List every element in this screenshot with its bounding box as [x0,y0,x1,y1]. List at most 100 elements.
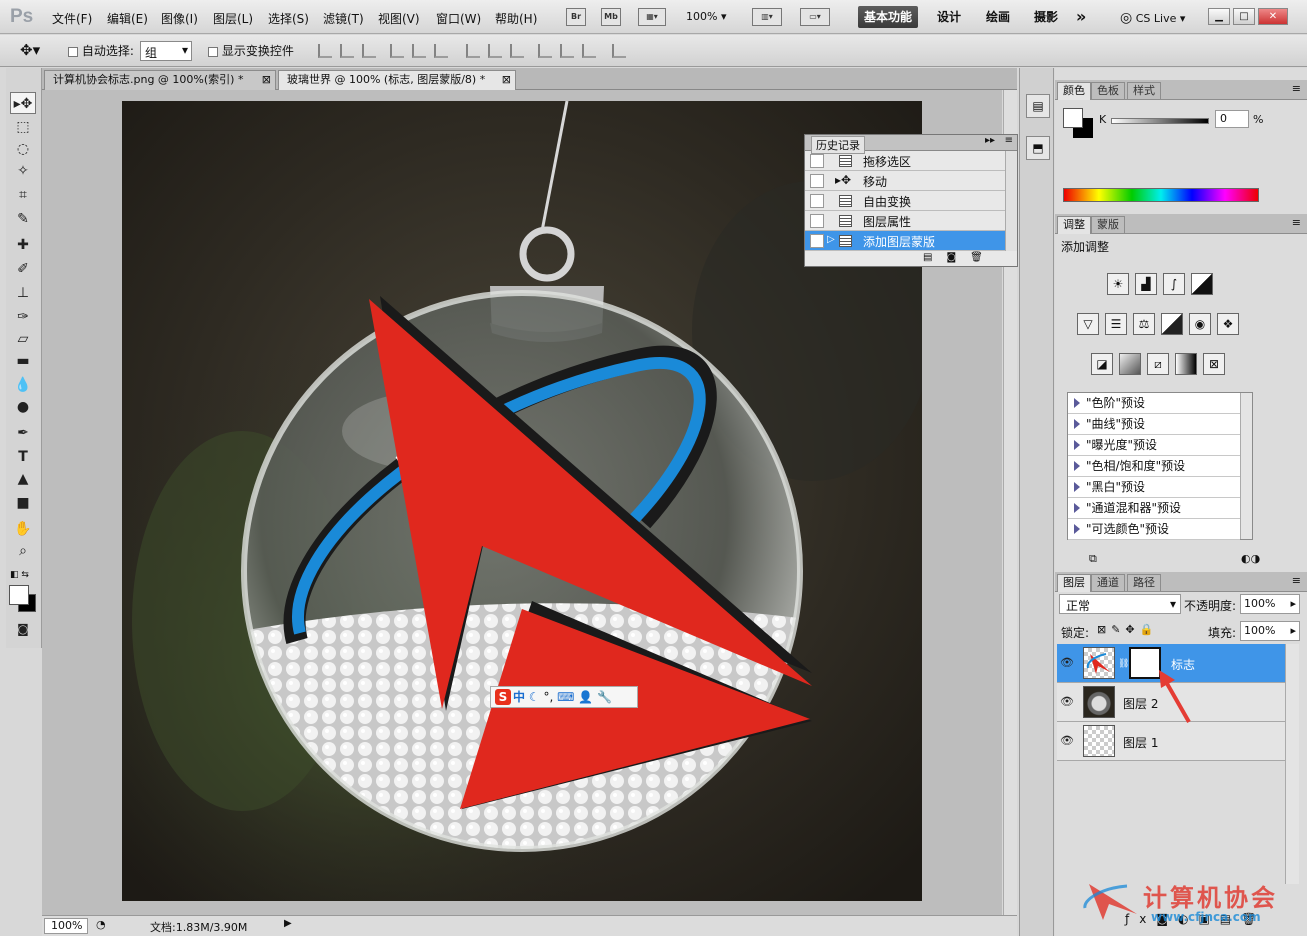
move-tool-preset-icon[interactable]: ✥▾ [20,41,40,59]
zoom-level-select[interactable]: 100% ▾ [686,10,726,23]
workspace-photography[interactable]: 摄影 [1028,6,1064,28]
rectangle-tool-icon[interactable]: ■ [10,492,36,514]
type-tool-icon[interactable]: T [10,446,36,468]
adjustment-clip-icon[interactable]: ◐◑ [1241,552,1260,565]
path-select-tool-icon[interactable]: ▲ [10,468,36,490]
distribute-top-icon[interactable] [466,44,480,58]
keyboard-icon[interactable]: ⌨ [557,690,574,704]
color-fg-swatch[interactable] [1063,108,1083,128]
vibrance-icon[interactable]: ▽ [1077,313,1099,335]
adjustment-layer-icon[interactable]: ⧉ [1089,552,1097,566]
workspace-design[interactable]: 设计 [931,6,967,28]
link-chain-icon[interactable]: ⛓ [1118,659,1129,669]
eye-icon[interactable]: 👁 [1060,734,1076,748]
tab-layers[interactable]: 图层 [1057,574,1091,592]
menu-view[interactable]: 视图(V) [378,10,420,27]
pen-tool-icon[interactable]: ✒ [10,422,36,444]
invert-icon[interactable]: ◪ [1091,353,1113,375]
history-item[interactable]: 自由变换 [805,191,1005,211]
lock-icons[interactable]: ⊠✎✥🔒 [1097,623,1158,636]
panel-menu-icon[interactable]: ≡ [1292,574,1301,587]
close-tab-icon[interactable]: ⊠ [262,71,271,89]
status-zoom-field[interactable]: 100% [44,918,88,934]
align-bottom-icon[interactable] [362,44,376,58]
tab-swatches[interactable]: 色板 [1091,82,1125,100]
punctuation-toggle[interactable]: °, [543,690,553,704]
menu-image[interactable]: 图像(I) [161,10,198,27]
marquee-tool-icon[interactable]: ⬚ [10,116,36,138]
moon-icon[interactable]: ☾ [529,690,540,704]
status-info-icon[interactable]: ◔ [96,918,106,931]
healing-brush-tool-icon[interactable]: ✚ [10,234,36,256]
blend-mode-select[interactable]: 正常 ▾ [1059,594,1181,614]
selective-color-icon[interactable]: ⊠ [1203,353,1225,375]
align-top-icon[interactable] [318,44,332,58]
history-brush-tool-icon[interactable]: ✑ [10,306,36,328]
show-transform-checkbox[interactable]: 显示变换控件 [208,42,294,59]
mini-bridge-icon[interactable]: Mb [601,8,621,26]
preset-channel-mixer[interactable]: "通道混和器"预设 [1068,498,1240,519]
more-workspaces-icon[interactable]: » [1070,6,1092,28]
dodge-tool-icon[interactable]: ● [10,396,36,418]
panel-menu-icon[interactable]: ≡ [1292,82,1301,95]
fill-input[interactable]: 100% ▸ [1240,621,1300,641]
history-footer-icons[interactable]: ▤◙🗑 [923,252,997,263]
brightness-contrast-icon[interactable]: ☀ [1107,273,1129,295]
menu-layer[interactable]: 图层(L) [213,10,253,27]
auto-select-dropdown[interactable]: 组 ▾ [140,41,192,61]
eraser-tool-icon[interactable]: ▱ [10,328,36,350]
preset-black-white[interactable]: "黑白"预设 [1068,477,1240,498]
posterize-icon[interactable] [1119,353,1141,375]
tab-paths[interactable]: 路径 [1127,574,1161,592]
tab-adjustments[interactable]: 调整 [1057,216,1091,234]
eyedropper-tool-icon[interactable]: ✎ [10,208,36,230]
threshold-icon[interactable]: ⧄ [1147,353,1169,375]
arrange-documents-icon[interactable]: ▥▾ [752,8,782,26]
tab-styles[interactable]: 样式 [1127,82,1161,100]
eye-icon[interactable]: 👁 [1060,695,1076,709]
minimize-button[interactable]: ▁ [1208,8,1230,25]
ime-toolbar[interactable]: S中 ☾ °, ⌨ 👤 🔧 [490,686,638,708]
foreground-color-swatch[interactable] [9,585,29,605]
history-item-active[interactable]: ▷ 添加图层蒙版 [805,231,1005,251]
history-panel-icon[interactable]: ▤ [1026,94,1050,118]
auto-select-checkbox[interactable]: 自动选择: [68,42,134,59]
k-slider[interactable] [1111,118,1209,124]
exposure-icon[interactable] [1191,273,1213,295]
lasso-tool-icon[interactable]: ◌ [10,138,36,160]
extras-icon[interactable]: ▦▾ [638,8,666,26]
preset-levels[interactable]: "色阶"预设 [1068,393,1240,414]
move-tool-icon[interactable]: ▸✥ [10,92,36,114]
tab-logo-png[interactable]: 计算机协会标志.png @ 100%(索引) * ⊠ [44,70,276,90]
color-balance-icon[interactable]: ⚖ [1133,313,1155,335]
preset-selective-color[interactable]: "可选颜色"预设 [1068,519,1240,540]
status-menu-arrow-icon[interactable]: ▶ [284,918,296,934]
history-item[interactable]: 图层属性 [805,211,1005,231]
k-value-input[interactable]: 0 [1215,110,1249,128]
close-tab-icon[interactable]: ⊠ [502,71,511,89]
eye-icon[interactable]: 👁 [1060,656,1076,670]
preset-hue-saturation[interactable]: "色相/饱和度"预设 [1068,456,1240,477]
color-ramp[interactable] [1063,188,1259,202]
opacity-input[interactable]: 100% ▸ [1240,594,1300,614]
auto-align-icon[interactable] [612,44,626,58]
menu-file[interactable]: 文件(F) [52,10,92,27]
clone-stamp-tool-icon[interactable]: ⊥ [10,282,36,304]
photo-filter-icon[interactable]: ◉ [1189,313,1211,335]
distribute-vcenter-icon[interactable] [488,44,502,58]
quick-select-tool-icon[interactable]: ✧ [10,160,36,182]
black-white-icon[interactable] [1161,313,1183,335]
document-canvas[interactable] [122,101,922,901]
close-button[interactable]: ✕ [1258,8,1288,25]
preset-curves[interactable]: "曲线"预设 [1068,414,1240,435]
cs-live-menu[interactable]: ◎ CS Live ▾ [1120,10,1185,26]
align-hcenter-icon[interactable] [412,44,426,58]
history-item[interactable]: ▸✥ 移动 [805,171,1005,191]
workspace-essentials[interactable]: 基本功能 [858,6,919,28]
workspace-painting[interactable]: 绘画 [980,6,1016,28]
tab-glass-world[interactable]: 玻璃世界 @ 100% (标志, 图层蒙版/8) * ⊠ [278,70,516,90]
gradient-tool-icon[interactable]: ▬ [10,350,36,372]
ime-mode-toggle[interactable]: 中 [513,690,525,704]
zoom-tool-icon[interactable]: ⌕ [10,540,36,562]
levels-icon[interactable]: ▟ [1135,273,1157,295]
